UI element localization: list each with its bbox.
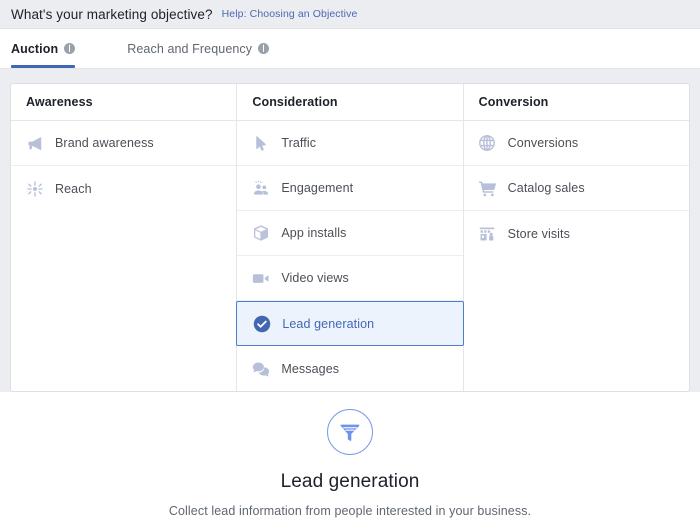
cursor-arrow-icon [251, 134, 270, 153]
objective-label: Conversions [507, 136, 579, 150]
storefront-icon [478, 224, 497, 243]
page-title: What's your marketing objective? [11, 6, 213, 22]
cube-box-icon [251, 224, 270, 243]
objective-label: Brand awareness [55, 136, 154, 150]
objective-label: Engagement [281, 181, 354, 195]
tab-bar: Auction Reach and Frequency [0, 29, 700, 69]
globe-icon [478, 134, 497, 153]
objective-detail-panel: Lead generation Collect lead information… [0, 392, 700, 518]
detail-description: Collect lead information from people int… [168, 504, 532, 518]
column-awareness: Awareness Brand awareness Reach [11, 84, 238, 391]
info-icon[interactable] [64, 43, 76, 54]
column-conversion: Conversion Conversions Catalog sales Sto… [463, 84, 689, 391]
help-link[interactable]: Help: Choosing an Objective [222, 8, 358, 20]
objective-label: Video views [281, 271, 349, 285]
reach-starburst-icon [25, 179, 44, 198]
column-header-consideration: Consideration [237, 84, 463, 121]
objective-label: Traffic [281, 136, 317, 150]
objective-engagement[interactable]: Engagement [237, 166, 463, 211]
column-header-conversion: Conversion [463, 84, 689, 121]
people-icon [251, 179, 270, 198]
funnel-icon [327, 409, 373, 455]
shopping-cart-icon [478, 179, 497, 198]
objective-brand-awareness[interactable]: Brand awareness [11, 121, 237, 166]
objective-app-installs[interactable]: App installs [237, 211, 463, 256]
tab-reach-and-frequency[interactable]: Reach and Frequency [127, 29, 281, 68]
video-camera-icon [251, 269, 270, 288]
objective-video-views[interactable]: Video views [237, 256, 463, 301]
objective-label: Lead generation [282, 316, 375, 331]
objective-store-visits[interactable]: Store visits [463, 211, 689, 256]
objective-card-wrapper: Awareness Brand awareness Reach Consider… [0, 83, 700, 392]
column-header-awareness: Awareness [11, 84, 237, 121]
check-circle-icon [252, 314, 271, 333]
detail-title: Lead generation [280, 471, 420, 492]
tab-auction-label: Auction [11, 41, 59, 56]
tab-reach-and-frequency-label: Reach and Frequency [127, 41, 253, 56]
spacer-band [0, 69, 700, 83]
objective-label: App installs [281, 226, 347, 240]
objective-card: Awareness Brand awareness Reach Consider… [10, 83, 690, 392]
info-icon[interactable] [258, 43, 270, 54]
tab-auction[interactable]: Auction [11, 29, 87, 68]
objective-label: Catalog sales [507, 181, 585, 195]
objective-lead-generation[interactable]: Lead generation [236, 301, 464, 346]
chat-bubbles-icon [251, 359, 270, 378]
objective-traffic[interactable]: Traffic [237, 121, 463, 166]
objective-catalog-sales[interactable]: Catalog sales [463, 166, 689, 211]
megaphone-icon [25, 134, 44, 153]
page-header: What's your marketing objective? Help: C… [0, 0, 700, 29]
objective-conversions[interactable]: Conversions [463, 121, 689, 166]
objective-messages[interactable]: Messages [237, 346, 463, 391]
objective-label: Messages [281, 361, 340, 376]
column-consideration: Consideration Traffic Engagement App ins… [236, 84, 464, 391]
objective-label: Reach [55, 181, 92, 196]
objective-label: Store visits [507, 226, 570, 241]
objective-reach[interactable]: Reach [11, 166, 237, 211]
